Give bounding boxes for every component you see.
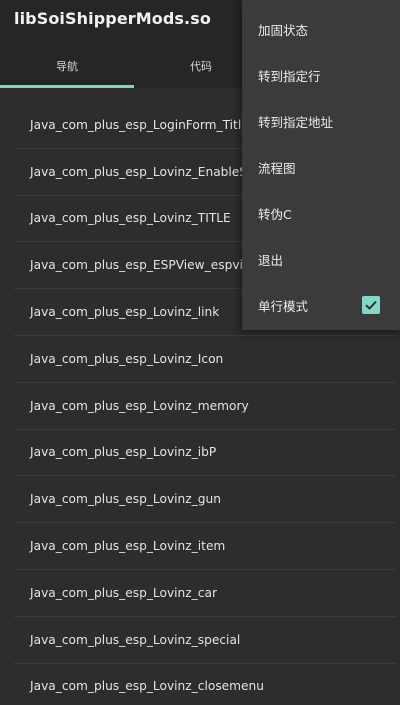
check-icon: [365, 300, 377, 310]
overflow-menu: 加固状态 转到指定行 转到指定地址 流程图 转伪C 退出 单行模式: [242, 0, 400, 330]
list-item-label: Java_com_plus_esp_Lovinz_item: [30, 539, 226, 554]
menu-item-single-line-mode[interactable]: 单行模式: [242, 282, 400, 328]
menu-item-goto-line[interactable]: 转到指定行: [242, 52, 400, 98]
menu-item-label: 转伪C: [258, 206, 292, 222]
list-item-label: Java_com_plus_esp_LoginForm_Title: [30, 117, 249, 132]
list-item[interactable]: Java_com_plus_esp_Lovinz_gun: [14, 476, 396, 524]
list-item[interactable]: Java_com_plus_esp_Lovinz_ibP: [14, 430, 396, 477]
list-item-label: Java_com_plus_esp_Lovinz_TITLE: [30, 211, 231, 226]
list-item-label: Java_com_plus_esp_Lovinz_memory: [30, 398, 249, 413]
menu-item-flowchart[interactable]: 流程图: [242, 144, 400, 190]
list-item[interactable]: Java_com_plus_esp_Lovinz_closemenu: [14, 664, 396, 705]
menu-item-hardening-status[interactable]: 加固状态: [242, 6, 400, 52]
list-item[interactable]: Java_com_plus_esp_Lovinz_item: [14, 523, 396, 570]
list-item-label: Java_com_plus_esp_ESPView_espview: [30, 258, 261, 273]
list-item[interactable]: Java_com_plus_esp_Lovinz_special: [14, 617, 396, 664]
list-item-label: Java_com_plus_esp_Lovinz_link: [30, 305, 220, 320]
list-item-label: Java_com_plus_esp_Lovinz_Icon: [30, 351, 224, 366]
list-item-label: Java_com_plus_esp_Lovinz_ibP: [30, 445, 217, 460]
list-item-label: Java_com_plus_esp_Lovinz_special: [30, 632, 241, 647]
menu-item-label: 转到指定行: [258, 68, 321, 84]
menu-item-label: 退出: [258, 252, 284, 268]
app-title: libSoiShipperMods.so: [14, 9, 211, 28]
list-item-label: Java_com_plus_esp_Lovinz_EnableSou: [30, 164, 263, 179]
menu-item-label: 加固状态: [258, 22, 309, 38]
list-item-label: Java_com_plus_esp_Lovinz_closemenu: [30, 679, 264, 694]
list-item[interactable]: Java_com_plus_esp_Lovinz_memory: [14, 383, 396, 430]
list-item[interactable]: Java_com_plus_esp_Lovinz_Icon: [14, 336, 396, 383]
menu-item-label: 单行模式: [258, 298, 309, 314]
list-item[interactable]: Java_com_plus_esp_Lovinz_car: [14, 570, 396, 617]
menu-item-label: 转到指定地址: [258, 114, 334, 130]
menu-item-goto-address[interactable]: 转到指定地址: [242, 98, 400, 144]
menu-item-exit[interactable]: 退出: [242, 236, 400, 282]
tab-selected-indicator: [0, 85, 134, 88]
list-item-label: Java_com_plus_esp_Lovinz_gun: [30, 492, 221, 507]
tab-navigation[interactable]: 导航: [0, 44, 134, 88]
single-line-mode-checkbox[interactable]: [362, 296, 380, 314]
menu-item-pseudo-c[interactable]: 转伪C: [242, 190, 400, 236]
menu-item-label: 流程图: [258, 160, 296, 176]
list-item-label: Java_com_plus_esp_Lovinz_car: [30, 585, 217, 600]
